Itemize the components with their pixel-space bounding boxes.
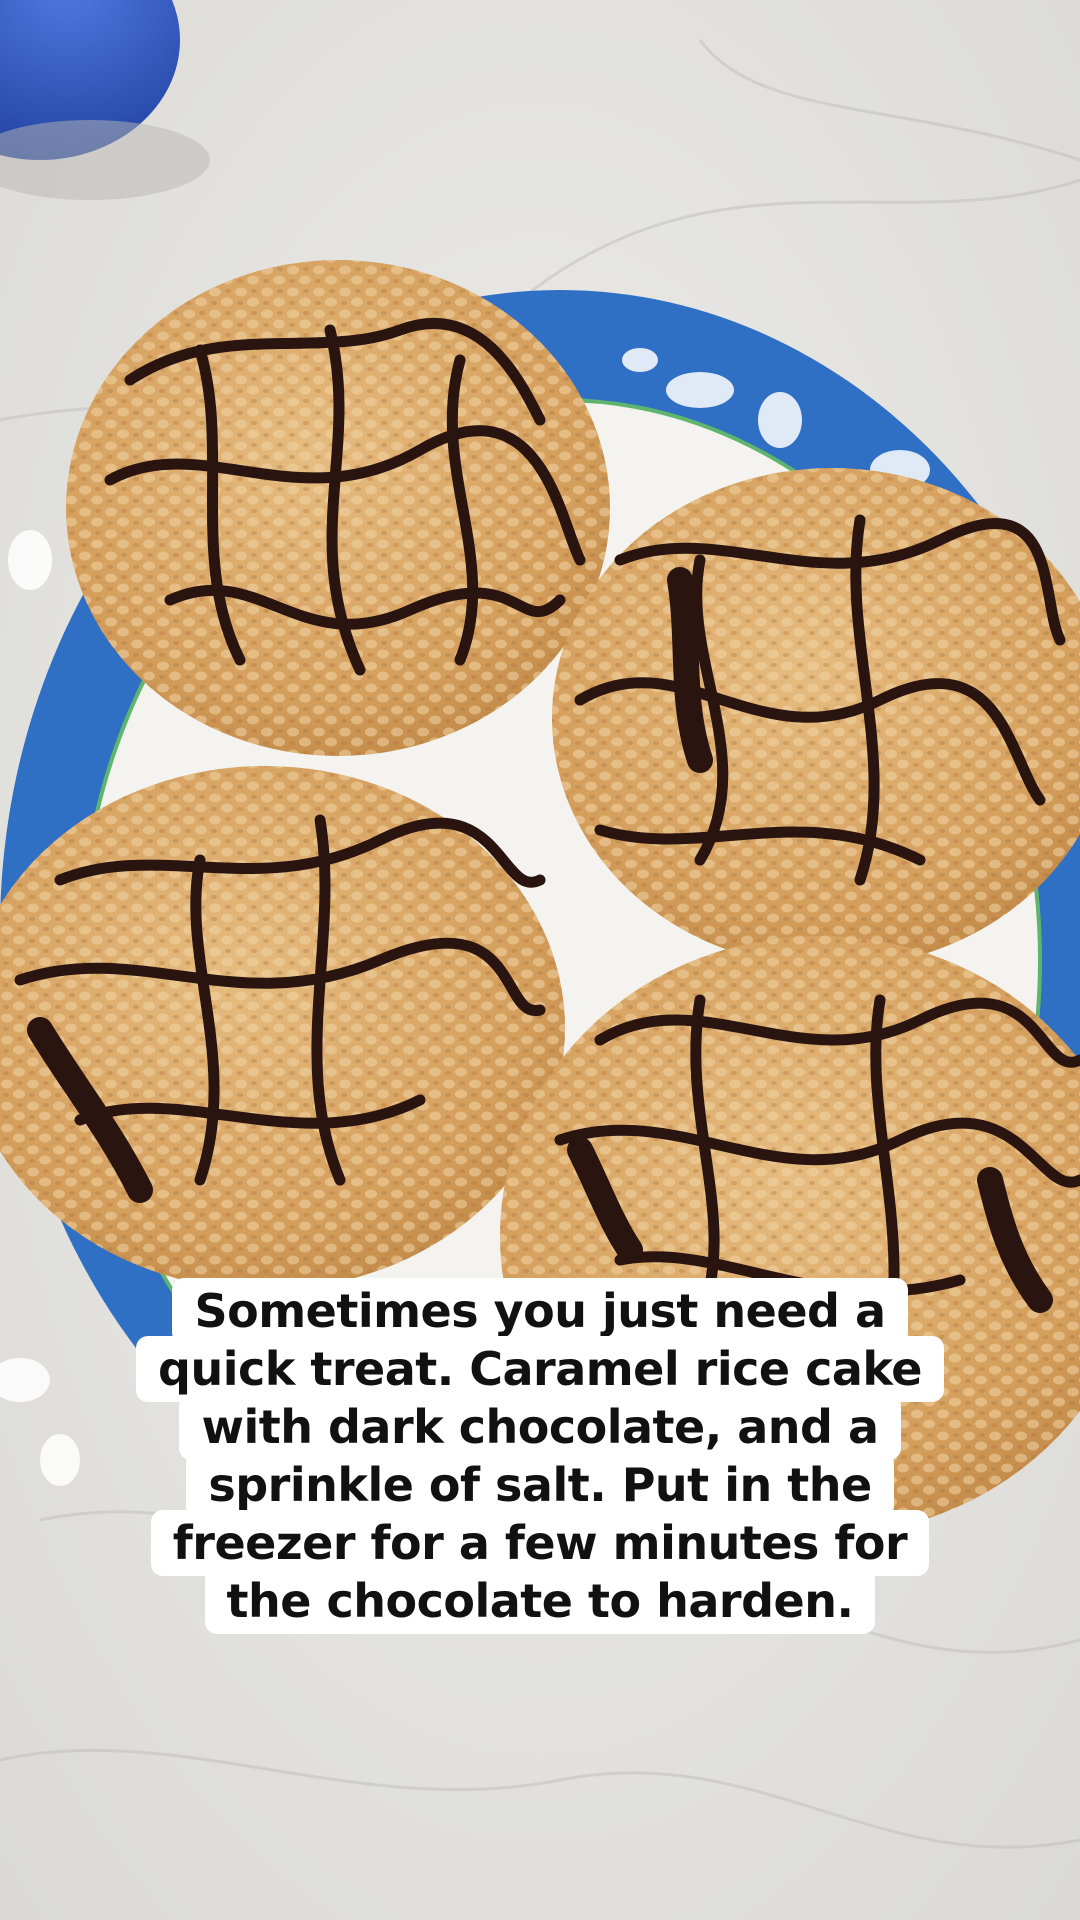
caption-line-5: freezer for a few minutes for	[150, 1510, 930, 1576]
caption-line-1: Sometimes you just need a	[172, 1278, 908, 1344]
caption-line-3: with dark chocolate, and a	[179, 1394, 901, 1460]
caption-overlay: Sometimes you just need a quick treat. C…	[0, 1278, 1080, 1634]
caption-line-6: the chocolate to harden.	[204, 1568, 876, 1634]
caption-line-4: sprinkle of salt. Put in the	[186, 1452, 894, 1518]
caption-line-2: quick treat. Caramel rice cake	[136, 1336, 944, 1402]
